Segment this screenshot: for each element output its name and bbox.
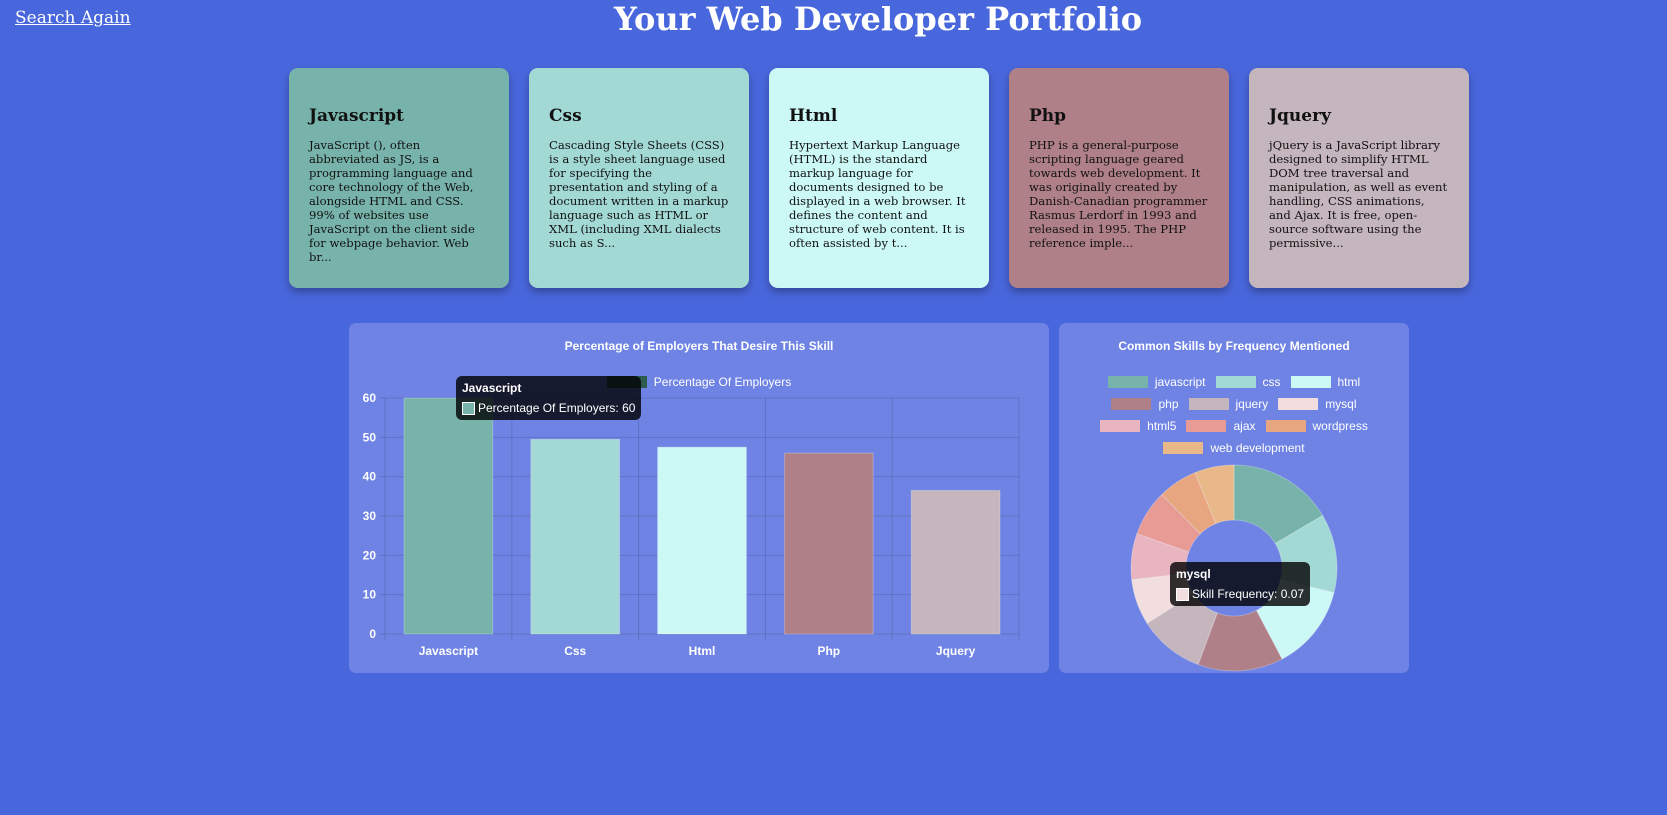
y-tick-label: 40 xyxy=(363,470,377,484)
y-tick-label: 50 xyxy=(363,430,377,444)
bar-chart-panel: Percentage of Employers That Desire This… xyxy=(349,323,1049,673)
card-title: Javascript xyxy=(309,106,405,126)
x-tick-label: Javascript xyxy=(419,644,478,658)
x-tick-label: Jquery xyxy=(936,644,976,658)
card-title: Php xyxy=(1029,106,1067,126)
doughnut-chart-tooltip: mysql Skill Frequency: 0.07 xyxy=(1170,562,1311,606)
y-tick-label: 0 xyxy=(369,627,376,641)
bar-html[interactable] xyxy=(657,446,747,635)
card-description: Hypertext Markup Language (HTML) is the … xyxy=(789,138,966,250)
card-description: Cascading Style Sheets (CSS) is a style … xyxy=(549,138,729,250)
bar-chart[interactable]: 0 10 20 30 40 50 60 Javascript Css Html Php Jquery xyxy=(349,323,1049,673)
skill-card-jquery[interactable]: Jquery jQuery is a JavaScript library de… xyxy=(1249,68,1469,288)
card-description: jQuery is a JavaScript library designed … xyxy=(1269,138,1448,250)
x-tick-label: Html xyxy=(689,644,716,658)
card-title: Jquery xyxy=(1269,106,1331,126)
tooltip-title: Javascript xyxy=(462,381,522,395)
card-description: JavaScript (), often abbreviated as JS, … xyxy=(309,138,475,264)
y-tick-label: 20 xyxy=(363,548,377,562)
bar-css[interactable] xyxy=(530,438,621,635)
y-tick-label: 10 xyxy=(363,588,377,602)
card-description: PHP is a general-purpose scripting langu… xyxy=(1029,138,1208,250)
tooltip-swatch xyxy=(1176,587,1189,601)
skill-cards: Javascript JavaScript (), often abbrevia… xyxy=(289,68,1469,288)
y-tick-label: 60 xyxy=(363,391,377,405)
doughnut-chart-panel: Common Skills by Frequency Mentioned jav… xyxy=(1059,323,1409,673)
tooltip-label: Percentage Of Employers: 60 xyxy=(478,401,636,415)
page-title: Your Web Developer Portfolio xyxy=(613,0,1143,38)
bar-php[interactable] xyxy=(783,452,874,635)
x-tick-label: Css xyxy=(564,644,586,658)
skill-card-css[interactable]: Css Cascading Style Sheets (CSS) is a st… xyxy=(529,68,749,288)
y-tick-label: 30 xyxy=(363,509,377,523)
bar-javascript[interactable] xyxy=(403,397,494,635)
x-tick-label: Php xyxy=(817,644,840,658)
bar-jquery[interactable] xyxy=(910,489,1001,635)
card-title: Css xyxy=(549,106,582,126)
bar-chart-tooltip: Javascript Percentage Of Employers: 60 xyxy=(456,376,642,420)
tooltip-label: Skill Frequency: 0.07 xyxy=(1192,587,1305,601)
skill-card-html[interactable]: Html Hypertext Markup Language (HTML) is… xyxy=(769,68,989,288)
doughnut-chart[interactable] xyxy=(1059,323,1409,673)
skill-card-php[interactable]: Php PHP is a general-purpose scripting l… xyxy=(1009,68,1229,288)
tooltip-title: mysql xyxy=(1176,567,1211,581)
skill-card-javascript[interactable]: Javascript JavaScript (), often abbrevia… xyxy=(289,68,509,288)
tooltip-swatch xyxy=(462,401,475,415)
card-title: Html xyxy=(789,106,838,126)
